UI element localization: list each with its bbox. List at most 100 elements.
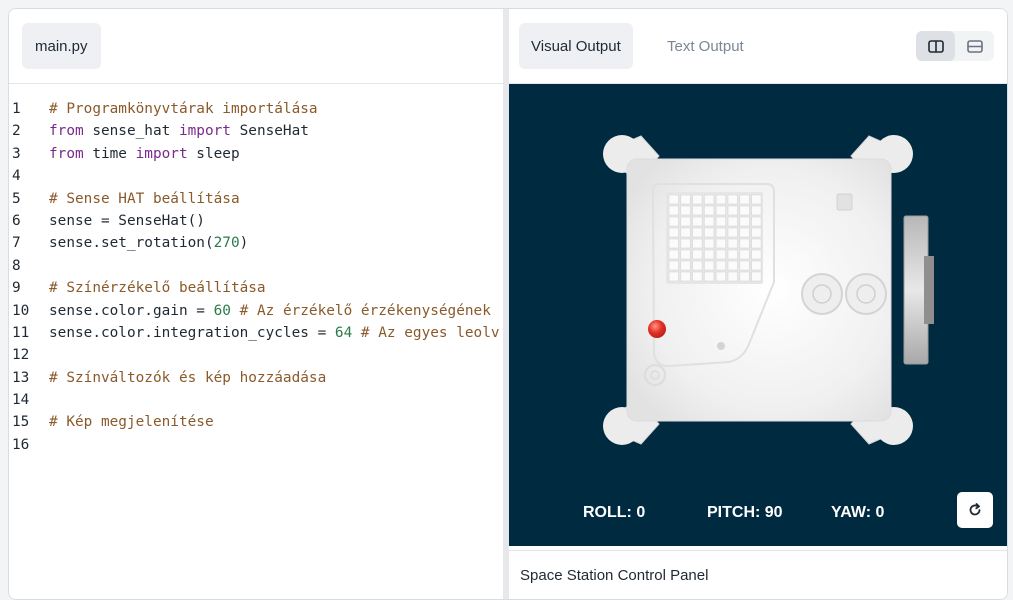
led-pixel	[739, 216, 750, 227]
code-token: sense_hat	[83, 123, 179, 140]
line-number: 9	[12, 280, 21, 297]
code-line[interactable]: 7 sense.set_rotation(270)	[9, 232, 503, 254]
yaw-readout: YAW: 0	[831, 504, 885, 521]
code-line[interactable]: 11 sense.color.integration_cycles = 64 # …	[9, 322, 503, 344]
led-pixel	[751, 194, 762, 205]
output-panel: Visual Output Text Output ROLL: 0 PITCH:…	[509, 9, 1007, 599]
code-token: time	[83, 145, 136, 162]
code-editor-panel: main.py 1 # Programkönyvtárak importálása…	[9, 9, 503, 599]
led-pixel	[704, 238, 715, 249]
led-pixel	[668, 260, 679, 271]
led-pixel	[692, 194, 703, 205]
led-pixel	[739, 271, 750, 282]
led-pixel	[739, 227, 750, 238]
reset-orientation-button[interactable]	[957, 492, 993, 528]
code-token: import	[178, 123, 231, 140]
output-tab-bar: Visual Output Text Output	[509, 9, 1007, 84]
code-line[interactable]: 10 sense.color.gain = 60 # Az érzékelő ér…	[9, 300, 503, 322]
led-pixel	[727, 227, 738, 238]
code-line[interactable]: 14	[9, 389, 503, 411]
code-text: from sense_hat import SenseHat	[49, 120, 309, 142]
code-line[interactable]: 3 from time import sleep	[9, 143, 503, 165]
code-token: # Kép megjelenítése	[49, 414, 214, 431]
tab-text-output[interactable]: Text Output	[655, 23, 756, 69]
stacked-layout-button[interactable]	[955, 31, 994, 61]
tab-text-output-label: Text Output	[667, 37, 744, 55]
led-pixel	[704, 216, 715, 227]
led-pixel	[704, 271, 715, 282]
line-number: 2	[12, 123, 21, 140]
file-tab-main-py[interactable]: main.py	[22, 23, 101, 69]
code-line[interactable]: 5 # Sense HAT beállítása	[9, 188, 503, 210]
code-text: # Programkönyvtárak importálása	[49, 98, 318, 120]
led-pixel	[739, 260, 750, 271]
code-token: sense.set_rotation(	[49, 235, 214, 252]
file-tab-label: main.py	[35, 37, 88, 55]
line-number: 13	[12, 369, 30, 386]
code-line[interactable]: 4	[9, 165, 503, 187]
code-line[interactable]: 12	[9, 344, 503, 366]
led-pixel	[680, 205, 691, 216]
line-number: 14	[12, 392, 30, 409]
code-line[interactable]: 15 # Kép megjelenítése	[9, 411, 503, 433]
code-line[interactable]: 8	[9, 255, 503, 277]
astro-pi-unit[interactable]	[509, 84, 1007, 546]
led-pixel	[668, 227, 679, 238]
code-line[interactable]: 16	[9, 434, 503, 456]
line-number: 7	[12, 235, 21, 252]
side-by-side-layout-button[interactable]	[916, 31, 955, 61]
code-line[interactable]: 13 # Színváltozók és kép hozzáadása	[9, 367, 503, 389]
led-pixel	[715, 271, 726, 282]
led-pixel	[668, 249, 679, 260]
led-pixel	[715, 238, 726, 249]
led-pixel	[715, 216, 726, 227]
line-number: 8	[12, 257, 21, 274]
line-number: 3	[12, 145, 21, 162]
code-token: sense.color.gain =	[49, 302, 214, 319]
led-pixel	[680, 249, 691, 260]
led-pixel	[668, 271, 679, 282]
code-line[interactable]: 6 sense = SenseHat()	[9, 210, 503, 232]
code-text: sense = SenseHat()	[49, 210, 205, 232]
code-token: # Az érzékelő érzékenységének	[239, 302, 491, 319]
led-pixel	[727, 271, 738, 282]
code-token: sense = SenseHat()	[49, 212, 205, 229]
led-pixel	[692, 216, 703, 227]
led-matrix	[666, 192, 763, 284]
tab-visual-output[interactable]: Visual Output	[519, 23, 633, 69]
code-token: from	[49, 123, 84, 140]
led-pixel	[680, 216, 691, 227]
led-pixel	[704, 227, 715, 238]
stacked-icon	[966, 39, 983, 53]
code-text: sense.color.gain = 60 # Az érzékelő érzé…	[49, 300, 491, 322]
line-number: 4	[12, 168, 21, 185]
led-pixel	[704, 205, 715, 216]
code-text: # Színváltozók és kép hozzáadása	[49, 367, 326, 389]
code-token: # Színváltozók és kép hozzáadása	[49, 369, 327, 386]
code-line[interactable]: 1 # Programkönyvtárak importálása	[9, 98, 503, 120]
code-token: sleep	[187, 145, 240, 162]
led-pixel	[751, 216, 762, 227]
sense-hat-visualizer: ROLL: 0 PITCH: 90 YAW: 0	[509, 84, 1007, 546]
led-pixel	[727, 205, 738, 216]
led-pixel	[715, 205, 726, 216]
led-pixel	[692, 227, 703, 238]
led-pixel	[727, 194, 738, 205]
led-pixel	[692, 260, 703, 271]
status-led	[648, 320, 666, 338]
line-number: 5	[12, 190, 21, 207]
code-line[interactable]: 2 from sense_hat import SenseHat	[9, 120, 503, 142]
app-frame: main.py 1 # Programkönyvtárak importálása…	[8, 8, 1008, 600]
code-text: # Kép megjelenítése	[49, 411, 214, 433]
side-by-side-icon	[927, 39, 944, 53]
code-line[interactable]: 9 # Színérzékelő beállítása	[9, 277, 503, 299]
code-token: # Sense HAT beállítása	[49, 190, 240, 207]
code-area[interactable]: 1 # Programkönyvtárak importálása 2 from se…	[9, 98, 503, 456]
roll-readout: ROLL: 0	[583, 504, 646, 521]
refresh-icon	[969, 503, 981, 516]
led-pixel	[668, 238, 679, 249]
editor-tab-bar: main.py	[9, 9, 503, 84]
tab-visual-output-label: Visual Output	[531, 37, 621, 55]
code-text: # Színérzékelő beállítása	[49, 277, 266, 299]
led-pixel	[739, 249, 750, 260]
